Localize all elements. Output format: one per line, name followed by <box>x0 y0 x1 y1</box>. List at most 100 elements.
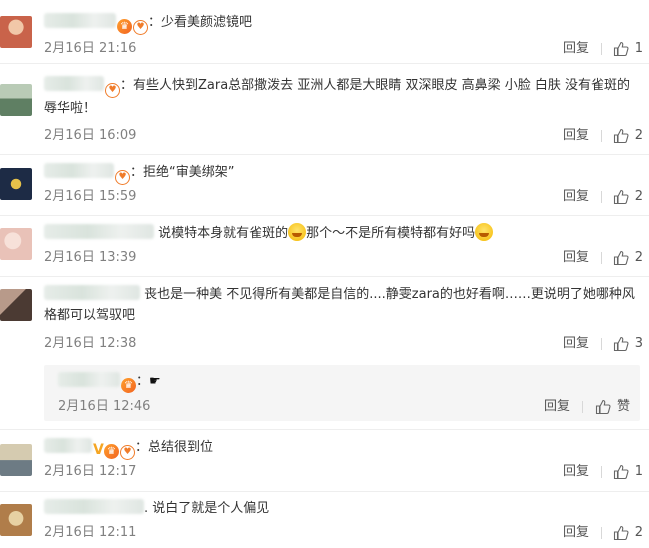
comment-item: . 说白了就是个人偏见 2月16日 12:11 回复 2 <box>0 492 649 548</box>
like-count: 2 <box>634 189 643 204</box>
divider <box>601 191 602 203</box>
comment-body: ♛ ：☛ <box>58 371 630 393</box>
like-count: 2 <box>634 525 643 540</box>
divider <box>582 401 583 413</box>
comment-text: 说模特本身就有雀斑的 <box>158 226 289 241</box>
like-count: 2 <box>634 250 643 265</box>
comment-text: ：拒绝“审美绑架” <box>130 165 235 180</box>
username[interactable] <box>58 372 120 387</box>
like-count: 1 <box>634 41 643 56</box>
comment-body: ♥ ：有些人快到Zara总部撒泼去 亚洲人都是大眼睛 双深眼皮 高鼻梁 小脸 白肤… <box>44 75 639 119</box>
comment-meta: 2月16日 15:59 回复 2 <box>44 187 649 207</box>
comment-date: 2月16日 15:59 <box>44 189 137 204</box>
comment-body: V ♛ ♥ ：总结很到位 <box>44 437 639 460</box>
thumbs-up-icon <box>613 525 629 541</box>
like-button[interactable]: 2 <box>613 187 643 207</box>
reply-button[interactable]: 回复 <box>563 248 589 268</box>
comment-item: ♥ ：有些人快到Zara总部撒泼去 亚洲人都是大眼睛 双深眼皮 高鼻梁 小脸 白肤… <box>0 64 649 160</box>
comment-item: 丧也是一种美 不见得所有美都是自信的....静雯zara的也好看啊……更说明了她… <box>0 277 649 361</box>
like-button[interactable]: 2 <box>613 248 643 268</box>
pointing-hand-icon: ☛ <box>149 374 161 389</box>
fan-badge-icon: ♥ <box>120 445 135 460</box>
username[interactable] <box>44 76 104 91</box>
thumbs-up-icon <box>613 336 629 352</box>
vip-badge-icon: ♛ <box>117 19 132 34</box>
comment-date: 2月16日 12:17 <box>44 464 137 479</box>
reply-button[interactable]: 回复 <box>563 462 589 482</box>
comment-date: 2月16日 16:09 <box>44 128 137 143</box>
comment-text: 那个～不是所有模特都有好吗 <box>306 226 476 241</box>
comment-item: 说模特本身就有雀斑的 那个～不是所有模特都有好吗 2月16日 13:39 回复 2 <box>0 216 649 276</box>
fan-badge-icon: ♥ <box>133 20 148 35</box>
thumbs-up-icon <box>613 128 629 144</box>
thumbs-up-icon <box>613 189 629 205</box>
comment-date: 2月16日 12:11 <box>44 525 137 540</box>
like-count: 3 <box>634 336 643 351</box>
avatar[interactable] <box>0 444 32 476</box>
like-button[interactable]: 2 <box>613 523 643 543</box>
vip-badge-icon: ♛ <box>121 378 136 393</box>
avatar[interactable] <box>0 228 32 260</box>
comment-date: 2月16日 12:38 <box>44 336 137 351</box>
username[interactable] <box>44 224 154 239</box>
comment-body: 丧也是一种美 不见得所有美都是自信的....静雯zara的也好看啊……更说明了她… <box>44 284 639 326</box>
comment-text: ： <box>136 374 150 389</box>
divider <box>601 43 602 55</box>
comment-body: 说模特本身就有雀斑的 那个～不是所有模特都有好吗 <box>44 223 639 244</box>
avatar[interactable] <box>0 84 32 116</box>
comment-text: ：有些人快到Zara总部撒泼去 亚洲人都是大眼睛 双深眼皮 高鼻梁 小脸 白肤 … <box>44 78 630 116</box>
thumbs-up-icon <box>613 250 629 266</box>
reply-button[interactable]: 回复 <box>563 39 589 59</box>
laughing-emoji-icon <box>288 223 307 241</box>
comment-meta: 2月16日 12:38 回复 3 <box>44 334 649 354</box>
avatar[interactable] <box>0 16 32 48</box>
reply-button[interactable]: 回复 <box>563 126 589 146</box>
username[interactable] <box>44 499 144 514</box>
like-count: 1 <box>634 464 643 479</box>
divider <box>601 130 602 142</box>
avatar[interactable] <box>0 289 32 321</box>
reply-button[interactable]: 回复 <box>563 334 589 354</box>
username[interactable] <box>44 163 114 178</box>
like-button[interactable]: 1 <box>613 39 643 59</box>
avatar[interactable] <box>0 504 32 536</box>
like-button[interactable]: 1 <box>613 462 643 482</box>
comment-date: 2月16日 21:16 <box>44 41 137 56</box>
username[interactable] <box>44 285 140 300</box>
username[interactable] <box>44 13 116 28</box>
comment-text: ：总结很到位 <box>135 440 214 455</box>
comment-body: . 说白了就是个人偏见 <box>44 498 639 519</box>
avatar[interactable] <box>0 168 32 200</box>
thumbs-up-icon <box>613 464 629 480</box>
comment-item: ♛ ♥ ：少看美颜滤镜吧 2月16日 21:16 回复 1 <box>0 0 649 66</box>
comment-text: . 说白了就是个人偏见 <box>144 501 270 516</box>
reply-button[interactable]: 回复 <box>563 187 589 207</box>
vip-badge-icon: ♛ <box>104 444 119 459</box>
laughing-emoji-icon <box>475 223 494 241</box>
comment-meta: 2月16日 13:39 回复 2 <box>44 248 649 268</box>
comment-meta: 2月16日 12:17 回复 1 <box>44 462 649 482</box>
comment-list: ♛ ♥ ：少看美颜滤镜吧 2月16日 21:16 回复 1 ♥ ：有些人快到Zara总… <box>0 0 649 548</box>
divider <box>601 338 602 350</box>
comment-body: ♛ ♥ ：少看美颜滤镜吧 <box>44 12 639 35</box>
divider <box>601 252 602 264</box>
like-button[interactable]: 2 <box>613 126 643 146</box>
fan-badge-icon: ♥ <box>105 83 120 98</box>
reply-button[interactable]: 回复 <box>544 397 570 417</box>
reply-button[interactable]: 回复 <box>563 523 589 543</box>
like-label: 赞 <box>616 399 630 414</box>
comment-meta: 2月16日 12:46 回复 赞 <box>58 397 640 417</box>
comment-meta: 2月16日 16:09 回复 2 <box>44 126 649 146</box>
username[interactable] <box>44 438 92 453</box>
like-count: 2 <box>634 128 643 143</box>
v-badge-icon: V <box>93 442 104 458</box>
fan-badge-icon: ♥ <box>115 170 130 185</box>
like-button[interactable]: 赞 <box>595 397 630 417</box>
thumbs-up-icon <box>595 399 611 415</box>
divider <box>601 466 602 478</box>
comment-text: ：少看美颜滤镜吧 <box>148 15 253 30</box>
like-button[interactable]: 3 <box>613 334 643 354</box>
comment-date: 2月16日 13:39 <box>44 250 137 265</box>
comment-body: ♥ ：拒绝“审美绑架” <box>44 162 639 185</box>
comment-date: 2月16日 12:46 <box>58 399 151 414</box>
